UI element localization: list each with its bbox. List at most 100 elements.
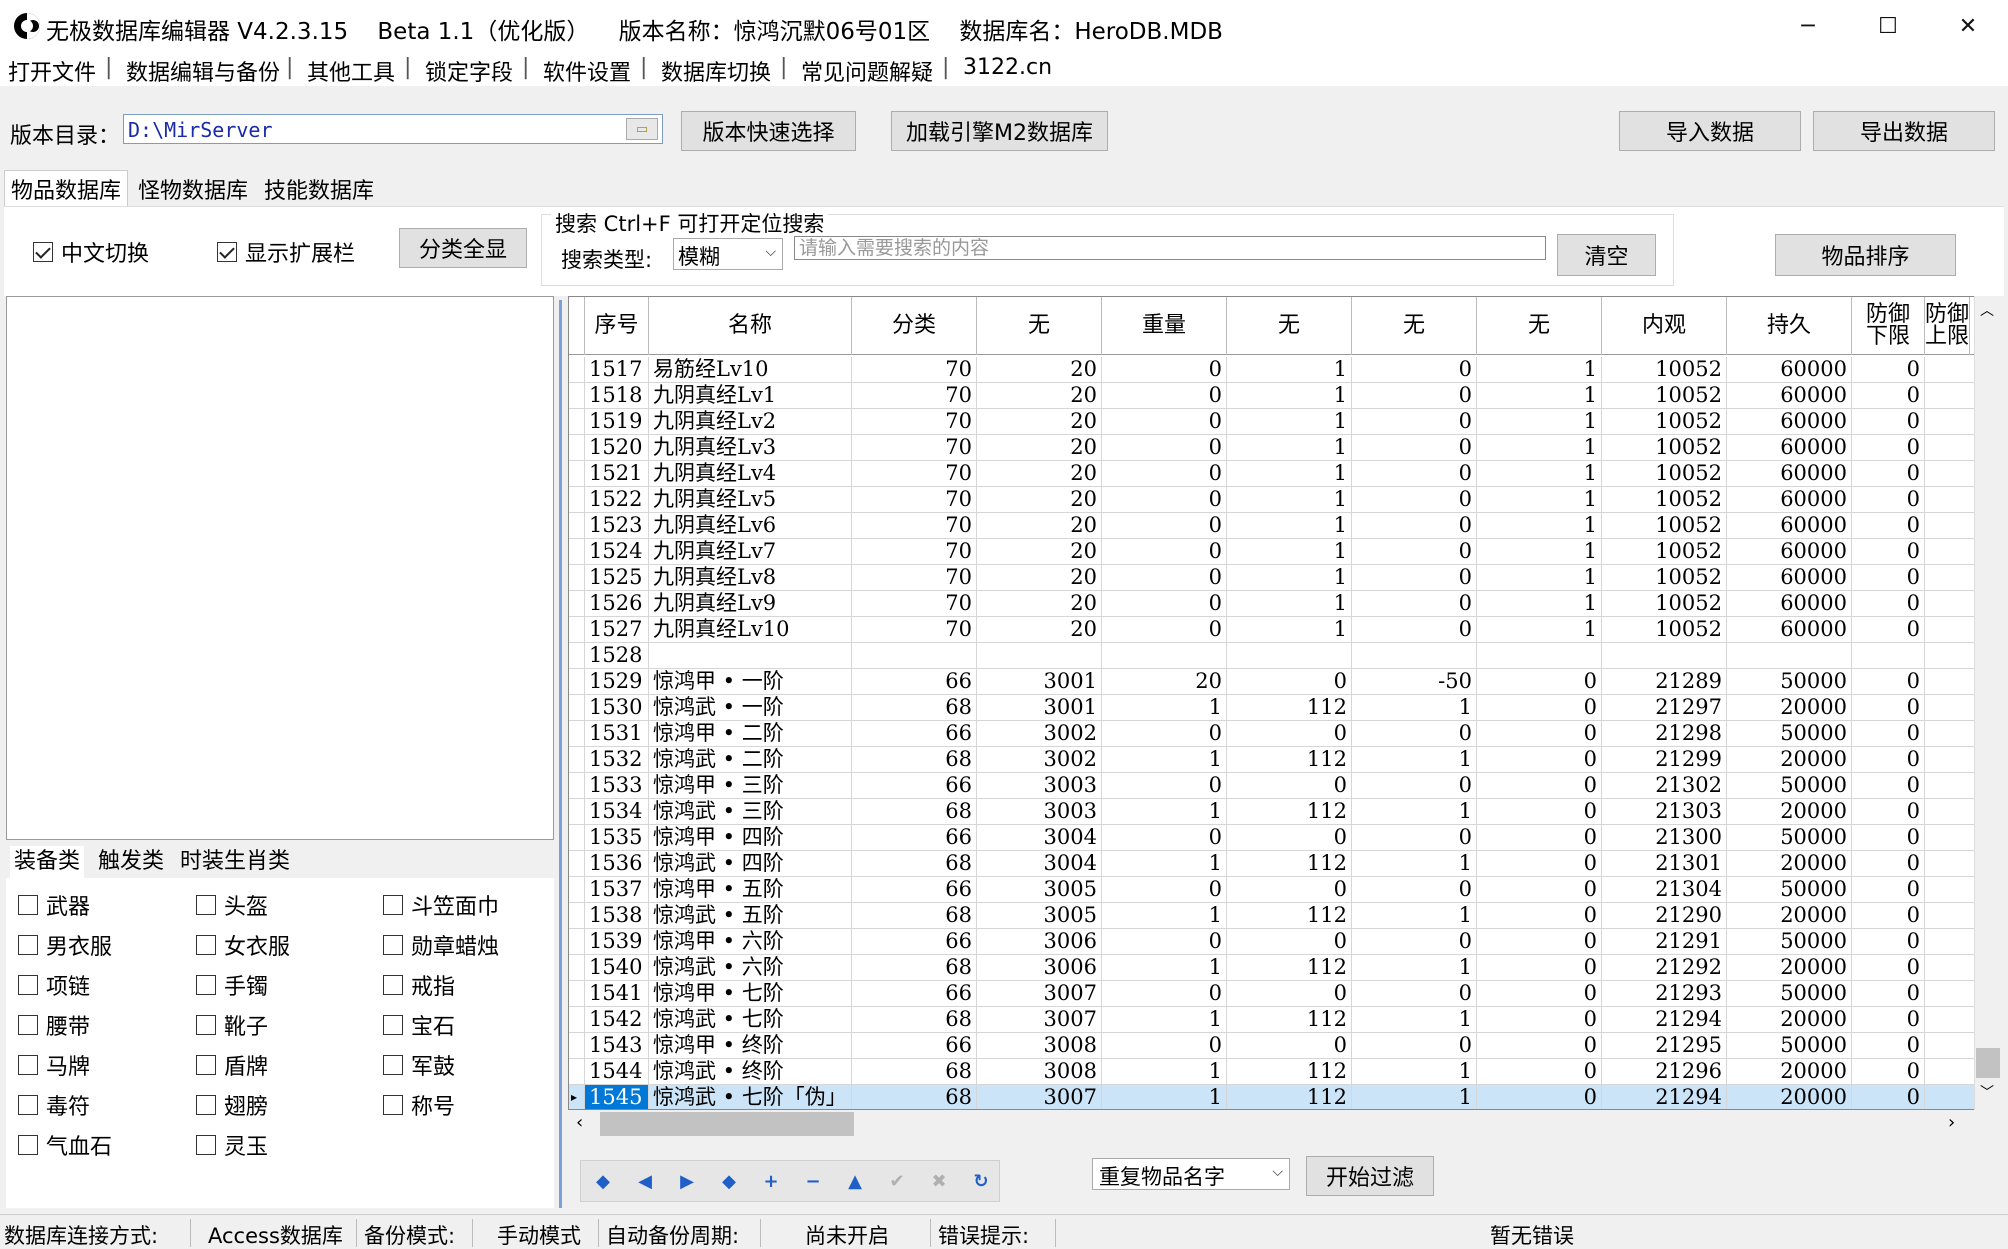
table-cell[interactable]: 20 [977, 461, 1102, 487]
table-cell[interactable]: 0 [1352, 825, 1477, 851]
table-cell[interactable]: 九阴真经Lv1 [649, 383, 852, 409]
table-cell[interactable]: 20 [977, 617, 1102, 643]
table-row[interactable]: 1539 惊鸿甲 • 六阶 66 3006 0 0 0 0 21291 50000 0 [569, 929, 1977, 955]
table-cell[interactable]: 21292 [1602, 955, 1727, 981]
table-cell[interactable]: 1523 [585, 513, 649, 539]
table-cell[interactable] [1727, 643, 1852, 669]
table-cell[interactable] [1925, 747, 1977, 773]
table-cell[interactable]: 1 [1227, 617, 1352, 643]
table-cell[interactable]: 1 [1102, 1085, 1227, 1109]
table-cell[interactable]: 九阴真经Lv2 [649, 409, 852, 435]
column-header[interactable]: 无 [1227, 297, 1352, 355]
table-row[interactable]: 1533 惊鸿甲 • 三阶 66 3003 0 0 0 0 21302 50000 0 [569, 773, 1977, 799]
table-cell[interactable]: 0 [1852, 799, 1925, 825]
table-cell[interactable]: 68 [852, 955, 977, 981]
table-cell[interactable]: 0 [1352, 487, 1477, 513]
table-cell[interactable]: 50000 [1727, 981, 1852, 1007]
category-checkbox[interactable]: 戒指 [383, 969, 455, 1001]
table-cell[interactable]: 70 [852, 357, 977, 383]
row-indicator[interactable] [569, 695, 585, 721]
table-cell[interactable]: 0 [1352, 929, 1477, 955]
table-cell[interactable]: 1 [1102, 1059, 1227, 1085]
table-cell[interactable]: 1 [1477, 617, 1602, 643]
table-cell[interactable]: 60000 [1727, 435, 1852, 461]
category-checkbox[interactable]: 女衣服 [196, 929, 290, 961]
table-cell[interactable]: 0 [1852, 565, 1925, 591]
table-cell[interactable]: 21303 [1602, 799, 1727, 825]
menu-faq[interactable]: 常见问题解疑 [801, 55, 933, 87]
table-cell[interactable]: 50000 [1727, 721, 1852, 747]
table-cell[interactable]: 10052 [1602, 409, 1727, 435]
table-cell[interactable]: 50000 [1727, 773, 1852, 799]
table-cell[interactable]: 0 [1227, 825, 1352, 851]
table-cell[interactable]: 0 [1352, 435, 1477, 461]
row-indicator[interactable] [569, 721, 585, 747]
table-cell[interactable]: 0 [1102, 617, 1227, 643]
row-indicator[interactable] [569, 357, 585, 383]
table-cell[interactable] [1925, 565, 1977, 591]
category-checkbox[interactable]: 毒符 [18, 1089, 90, 1121]
table-cell[interactable]: 0 [1852, 435, 1925, 461]
table-cell[interactable]: 1535 [585, 825, 649, 851]
table-cell[interactable]: 20 [977, 591, 1102, 617]
table-cell[interactable]: 1540 [585, 955, 649, 981]
quick-select-button[interactable]: 版本快速选择 [681, 111, 856, 151]
table-cell[interactable]: 1 [1352, 955, 1477, 981]
column-header[interactable]: 持久 [1727, 297, 1852, 355]
checkbox-icon[interactable] [18, 1055, 38, 1075]
table-row[interactable]: 1541 惊鸿甲 • 七阶 66 3007 0 0 0 0 21293 50000 0 [569, 981, 1977, 1007]
table-cell[interactable]: 66 [852, 721, 977, 747]
table-cell[interactable]: 1 [1352, 747, 1477, 773]
table-cell[interactable] [1227, 643, 1352, 669]
table-cell[interactable]: 0 [1102, 461, 1227, 487]
table-row[interactable]: 1519 九阴真经Lv2 70 20 0 1 0 1 10052 60000 0 [569, 409, 1977, 435]
table-cell[interactable] [649, 643, 852, 669]
table-cell[interactable]: 1 [1477, 565, 1602, 591]
row-indicator[interactable] [569, 929, 585, 955]
table-cell[interactable]: 0 [1477, 955, 1602, 981]
category-checkbox[interactable]: 称号 [383, 1089, 455, 1121]
table-cell[interactable]: 0 [1852, 955, 1925, 981]
table-cell[interactable]: 1 [1102, 799, 1227, 825]
table-cell[interactable] [1925, 1033, 1977, 1059]
column-header[interactable]: 防御 下限 [1852, 297, 1925, 355]
table-cell[interactable]: 0 [1352, 539, 1477, 565]
row-indicator[interactable] [569, 799, 585, 825]
table-cell[interactable]: 3008 [977, 1059, 1102, 1085]
row-indicator[interactable] [569, 825, 585, 851]
column-header[interactable]: 内观 [1602, 297, 1727, 355]
table-cell[interactable]: 20000 [1727, 1007, 1852, 1033]
table-row[interactable]: 1518 九阴真经Lv1 70 20 0 1 0 1 10052 60000 0 [569, 383, 1977, 409]
table-cell[interactable]: 1533 [585, 773, 649, 799]
table-cell[interactable]: 惊鸿武 • 终阶 [649, 1059, 852, 1085]
table-cell[interactable] [1925, 851, 1977, 877]
table-cell[interactable]: 0 [1102, 539, 1227, 565]
table-cell[interactable]: 惊鸿武 • 三阶 [649, 799, 852, 825]
table-cell[interactable]: 九阴真经Lv5 [649, 487, 852, 513]
table-cell[interactable]: 20 [977, 513, 1102, 539]
category-checkbox[interactable]: 灵玉 [196, 1129, 268, 1161]
table-cell[interactable]: 0 [1477, 877, 1602, 903]
table-row[interactable]: 1523 九阴真经Lv6 70 20 0 1 0 1 10052 60000 0 [569, 513, 1977, 539]
close-button[interactable]: ✕ [1928, 0, 2008, 52]
table-cell[interactable]: 60000 [1727, 591, 1852, 617]
checkbox-icon[interactable] [18, 1015, 38, 1035]
table-cell[interactable] [1925, 539, 1977, 565]
category-checkbox[interactable]: 气血石 [18, 1129, 112, 1161]
table-cell[interactable] [1925, 669, 1977, 695]
table-cell[interactable]: 0 [1102, 513, 1227, 539]
table-cell[interactable]: 1526 [585, 591, 649, 617]
table-cell[interactable]: 20 [977, 435, 1102, 461]
table-cell[interactable]: 1538 [585, 903, 649, 929]
table-cell[interactable]: 惊鸿甲 • 六阶 [649, 929, 852, 955]
category-tree[interactable] [6, 296, 554, 840]
table-cell[interactable]: 70 [852, 435, 977, 461]
table-cell[interactable]: 50000 [1727, 929, 1852, 955]
table-cell[interactable]: 惊鸿武 • 四阶 [649, 851, 852, 877]
row-indicator[interactable] [569, 617, 585, 643]
prior-icon[interactable]: ◀ [633, 1169, 657, 1193]
table-cell[interactable]: 0 [1852, 487, 1925, 513]
table-cell[interactable]: 惊鸿武 • 七阶 [649, 1007, 852, 1033]
row-indicator[interactable] [569, 1007, 585, 1033]
table-cell[interactable]: 10052 [1602, 539, 1727, 565]
